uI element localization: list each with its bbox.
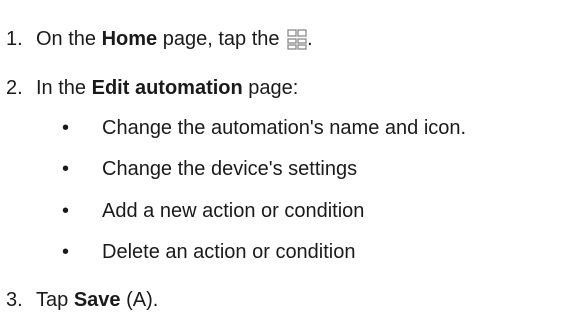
step-text: page, tap the (157, 28, 286, 50)
step-bold-text: Edit automation (91, 77, 243, 99)
bullet-marker: • (62, 117, 70, 139)
step-number: 2. (6, 77, 23, 99)
bullet-item: • Change the automation's name and icon. (62, 116, 466, 140)
bullet-marker: • (62, 158, 70, 180)
step-3: 3. Tap Save (A). (0, 288, 158, 312)
bullet-text: Change the device's settings (102, 158, 358, 180)
step-text: (A). (120, 289, 159, 311)
step-number: 3. (6, 289, 23, 311)
step-2: 2. In the Edit automation page: (0, 76, 298, 100)
step-bold-text: Home (101, 28, 158, 50)
bullet-item: • Change the device's settings (62, 157, 357, 181)
step-text: In the (36, 77, 92, 99)
step-1: 1. On the Home page, tap the . (0, 27, 313, 51)
bullet-text: Change the automation's name and icon. (102, 117, 467, 139)
bullet-item: • Add a new action or condition (62, 199, 364, 223)
grid-icon (287, 29, 307, 57)
step-text: Tap (36, 289, 74, 311)
step-text: page: (242, 77, 299, 99)
step-number: 1. (6, 28, 23, 50)
bullet-item: • Delete an action or condition (62, 240, 356, 264)
step-bold-text: Save (73, 289, 121, 311)
step-text: . (307, 28, 313, 50)
bullet-marker: • (62, 200, 70, 222)
bullet-marker: • (62, 241, 70, 263)
bullet-text: Add a new action or condition (102, 200, 365, 222)
bullet-text: Delete an action or condition (102, 241, 356, 263)
step-text: On the (36, 28, 102, 50)
